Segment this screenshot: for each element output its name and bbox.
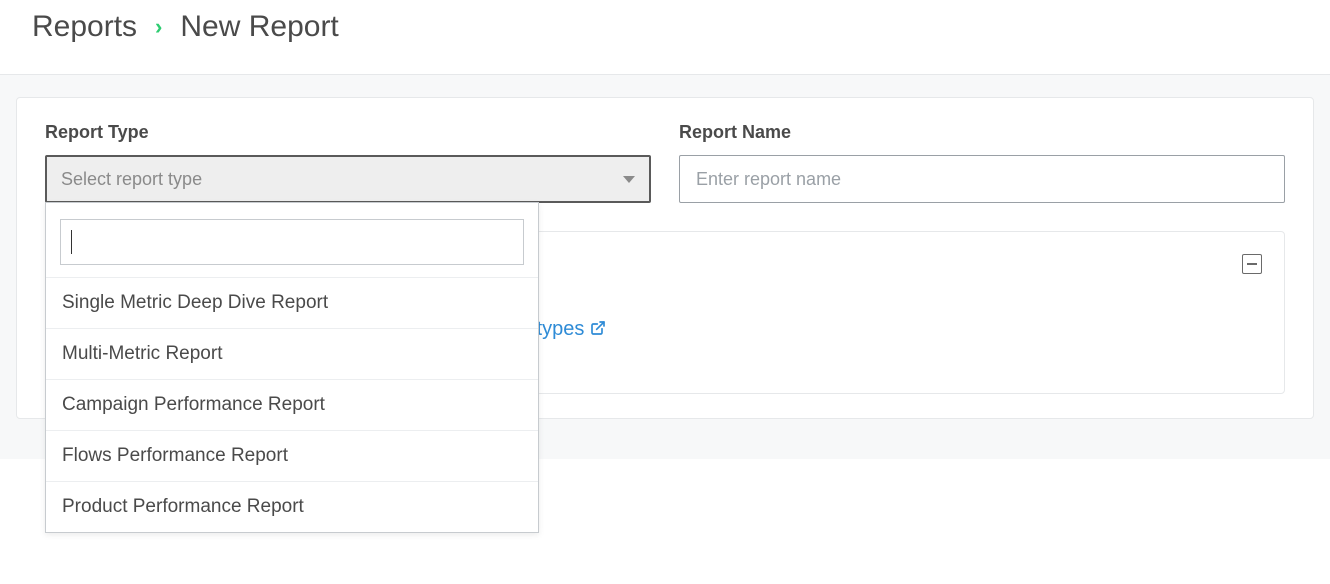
caret-down-icon	[623, 176, 635, 183]
form-row: Report Type Select report type Single Me…	[45, 122, 1285, 203]
breadcrumb-root[interactable]: Reports	[32, 10, 137, 44]
dropdown-option[interactable]: Single Metric Deep Dive Report	[46, 277, 538, 328]
dropdown-search-wrapper	[60, 219, 524, 265]
report-type-dropdown: Single Metric Deep Dive Report Multi-Met…	[45, 202, 539, 533]
dropdown-search-input[interactable]	[72, 232, 513, 253]
dropdown-options-list: Single Metric Deep Dive Report Multi-Met…	[46, 277, 538, 532]
collapse-button[interactable]	[1242, 254, 1262, 274]
report-name-input[interactable]	[679, 155, 1285, 203]
breadcrumb: Reports › New Report	[32, 10, 1298, 44]
report-type-placeholder: Select report type	[61, 169, 202, 190]
breadcrumb-current: New Report	[180, 10, 338, 44]
dropdown-option[interactable]: Multi-Metric Report	[46, 328, 538, 379]
content-area: Report Type Select report type Single Me…	[0, 74, 1330, 459]
chevron-right-icon: ›	[155, 14, 162, 40]
minus-icon	[1247, 263, 1257, 265]
dropdown-option[interactable]: Campaign Performance Report	[46, 379, 538, 430]
external-link-icon	[590, 315, 606, 345]
report-type-select[interactable]: Select report type	[45, 155, 651, 203]
report-name-label: Report Name	[679, 122, 1285, 143]
page-header: Reports › New Report	[0, 0, 1330, 74]
report-type-field: Report Type Select report type Single Me…	[45, 122, 651, 203]
dropdown-option[interactable]: Product Performance Report	[46, 481, 538, 532]
report-form-card: Report Type Select report type Single Me…	[16, 97, 1314, 419]
report-name-field: Report Name	[679, 122, 1285, 203]
report-type-label: Report Type	[45, 122, 651, 143]
dropdown-option[interactable]: Flows Performance Report	[46, 430, 538, 481]
